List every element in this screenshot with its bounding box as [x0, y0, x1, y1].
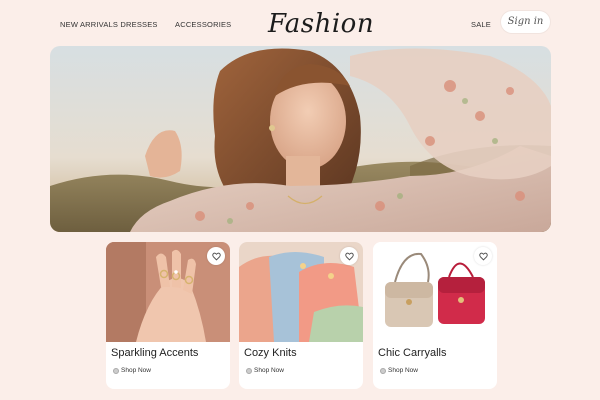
- heart-icon: [478, 252, 488, 261]
- heart-icon: [344, 252, 354, 261]
- product-card[interactable]: Sparkling Accents Shop Now: [106, 242, 230, 389]
- shop-now-link[interactable]: Shop Now: [246, 367, 284, 374]
- product-card[interactable]: Cozy Knits Shop Now: [239, 242, 363, 389]
- shop-now-link[interactable]: Shop Now: [113, 367, 151, 374]
- favorite-button[interactable]: [474, 247, 492, 265]
- site-header: NEW ARRIVALS DRESSES ACCESSORIES Fashion…: [0, 0, 600, 46]
- hero-image: [50, 46, 551, 232]
- link-icon: [113, 367, 119, 374]
- nav-new-arrivals-dresses[interactable]: NEW ARRIVALS DRESSES: [60, 20, 158, 29]
- heart-icon: [211, 252, 221, 261]
- logo[interactable]: Fashion: [268, 6, 374, 42]
- hero-banner: [50, 46, 551, 232]
- card-title: Chic Carryalls: [378, 347, 447, 359]
- favorite-button[interactable]: [207, 247, 225, 265]
- nav-accessories[interactable]: ACCESSORIES: [175, 20, 231, 29]
- link-icon: [380, 367, 386, 374]
- link-icon: [246, 367, 252, 374]
- card-title: Cozy Knits: [244, 347, 297, 359]
- product-card[interactable]: Chic Carryalls Shop Now: [373, 242, 497, 389]
- sign-in-button[interactable]: Sign in: [501, 11, 550, 33]
- favorite-button[interactable]: [340, 247, 358, 265]
- nav-sale[interactable]: SALE: [471, 20, 491, 29]
- shop-now-label: Shop Now: [254, 367, 284, 374]
- card-title: Sparkling Accents: [111, 347, 199, 359]
- shop-now-link[interactable]: Shop Now: [380, 367, 418, 374]
- shop-now-label: Shop Now: [388, 367, 418, 374]
- shop-now-label: Shop Now: [121, 367, 151, 374]
